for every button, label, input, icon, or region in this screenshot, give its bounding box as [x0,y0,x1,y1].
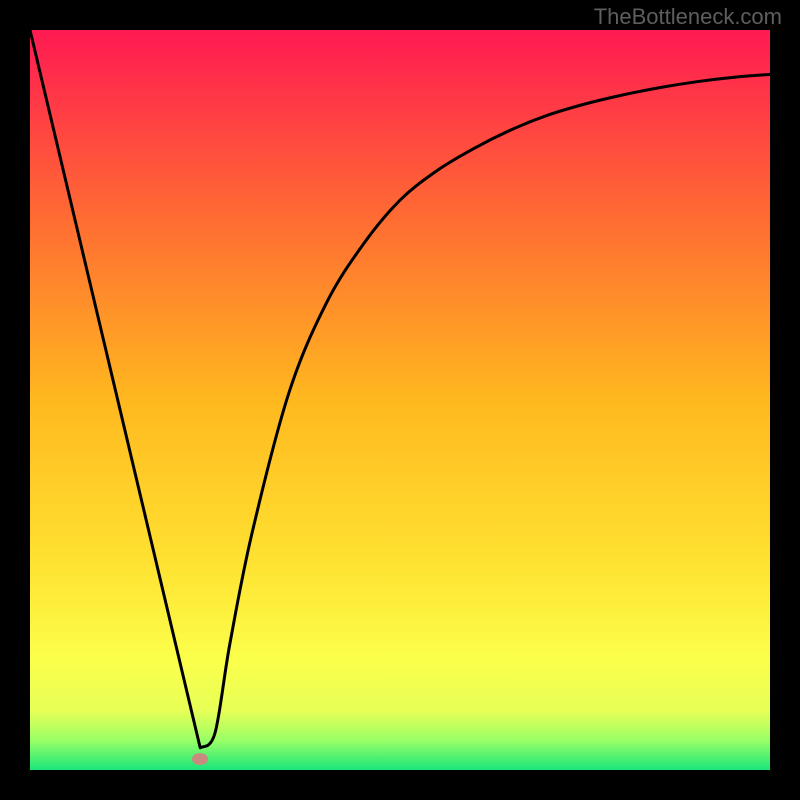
watermark-text: TheBottleneck.com [594,4,782,30]
curve-layer [30,30,770,770]
bottleneck-curve [30,30,770,748]
plot-area [30,30,770,770]
optimal-marker [192,753,208,765]
chart-container: TheBottleneck.com [0,0,800,800]
